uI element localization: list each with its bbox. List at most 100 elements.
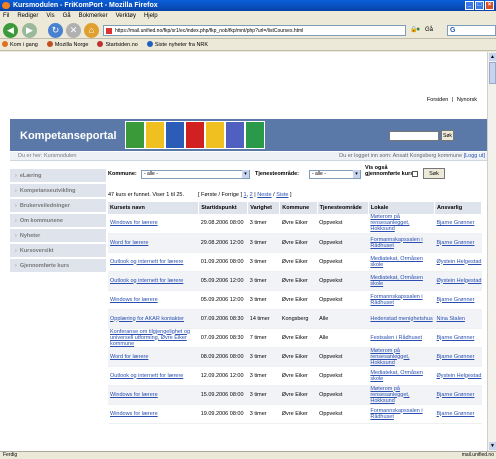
sidebar-item-brukerveiledninger[interactable]: Brukerveiledninger: [10, 199, 106, 214]
column-header[interactable]: Lokale: [368, 202, 436, 214]
responsible-link[interactable]: Bjarne Grønner: [437, 220, 475, 226]
go-arrow-icon[interactable]: ●: [416, 26, 420, 33]
responsible-link[interactable]: Nina Stalen: [437, 316, 465, 322]
course-link[interactable]: Word for lærere: [110, 354, 148, 360]
course-link[interactable]: Outlook og internett for lærere: [110, 278, 183, 284]
column-header[interactable]: Ansvarlig: [434, 202, 482, 214]
responsible-link[interactable]: Øystein Helgestad: [437, 278, 482, 284]
column-header[interactable]: Kommune: [279, 202, 318, 214]
column-header[interactable]: Startidspunkt: [198, 202, 249, 214]
bookmark-mozilla-norge[interactable]: Mozilla Norge: [46, 40, 88, 50]
table-cell: Outlook og internett for lærere: [108, 252, 199, 272]
column-header[interactable]: Kursets navn: [108, 202, 200, 214]
sidebar-item-elaering[interactable]: eLæring: [10, 169, 106, 184]
sidebar-item-kursoversikt[interactable]: Kursoversikt: [10, 244, 106, 259]
course-link[interactable]: Word for lærere: [110, 240, 148, 246]
table-cell: 3 timer: [247, 385, 280, 405]
go-button[interactable]: Gå: [425, 25, 433, 36]
course-link[interactable]: Outlook og internett for lærere: [110, 373, 183, 379]
location-link[interactable]: Mediatekat, Ormåsen skole: [370, 256, 423, 268]
last-page-link[interactable]: Siste: [276, 192, 288, 198]
vis-ogsa-checkbox[interactable]: [412, 171, 418, 177]
location-link[interactable]: Møterom på rensesanlegget, Hokksund: [370, 214, 409, 232]
table-cell: Opplæring for AKAR kontakter: [108, 309, 199, 329]
location-link[interactable]: Mediatekat, Ormåsen skole: [370, 370, 423, 382]
reload-icon[interactable]: ↻: [48, 23, 63, 38]
sidebar-item-kompetanseutvikling[interactable]: Kompetanseutvikling: [10, 184, 106, 199]
close-button[interactable]: ×: [485, 1, 494, 10]
search-box[interactable]: G: [447, 25, 496, 36]
responsible-link[interactable]: Bjarne Grønner: [437, 411, 475, 417]
responsible-link[interactable]: Bjarne Grønner: [437, 392, 475, 398]
tjeneste-select[interactable]: - alle -: [309, 170, 361, 179]
site-search-button[interactable]: Søk: [441, 130, 454, 141]
responsible-link[interactable]: Bjarne Grønner: [437, 335, 475, 341]
column-header[interactable]: Varighet: [247, 202, 281, 214]
vertical-scrollbar[interactable]: ▲ ▼: [487, 52, 496, 451]
back-icon[interactable]: ◀: [3, 23, 18, 38]
column-header[interactable]: Tjenesteområde: [317, 202, 369, 214]
responsible-link[interactable]: Bjarne Grønner: [437, 354, 475, 360]
sidebar-item-nyheter[interactable]: Nyheter: [10, 229, 106, 244]
location-link[interactable]: Møterom på rensesanlegget, Hokksund: [370, 348, 409, 366]
menu-go[interactable]: Gå: [63, 11, 71, 22]
course-link[interactable]: Opplæring for AKAR kontakter: [110, 316, 184, 322]
menu-help[interactable]: Hjelp: [144, 11, 158, 22]
home-icon[interactable]: ⌂: [84, 23, 99, 38]
course-link[interactable]: Windows for lærere: [110, 220, 158, 226]
link-nynorsk[interactable]: Nynorsk: [457, 97, 477, 103]
menu-tools[interactable]: Verktøy: [116, 11, 136, 22]
bookmark-nrk[interactable]: Siste nyheter fra NRK: [146, 40, 208, 50]
menu-view[interactable]: Vis: [46, 11, 54, 22]
link-forsiden[interactable]: Forsiden: [427, 97, 448, 103]
responsible-link[interactable]: Øystein Helgestad: [437, 373, 482, 379]
table-cell: Bjarne Grønner: [434, 385, 482, 405]
breadcrumb: Du er her: Kursmodulen: [18, 153, 77, 159]
course-link[interactable]: Windows for lærere: [110, 411, 158, 417]
logout-link[interactable]: [Logg ut]: [464, 153, 485, 159]
responsible-link[interactable]: Bjarne Grønner: [437, 297, 475, 303]
forward-icon[interactable]: ▶: [22, 23, 37, 38]
menu-edit[interactable]: Rediger: [17, 11, 38, 22]
sidebar-item-gjennomforte-kurs[interactable]: Gjennomførte kurs: [10, 259, 106, 274]
tjeneste-label: Tjenesteområde:: [255, 171, 300, 177]
location-link[interactable]: Mediatekat, Ormåsen skole: [370, 275, 423, 287]
responsible-link[interactable]: Øystein Helgestad: [437, 259, 482, 265]
site-search-input[interactable]: [389, 131, 439, 141]
scrollbar-thumb[interactable]: [489, 62, 496, 84]
location-link[interactable]: Hedenstad menighetshus: [370, 316, 432, 322]
next-page-link[interactable]: Neste: [257, 192, 271, 198]
location-link[interactable]: Formannskapssalen i Rådhuset: [370, 237, 422, 249]
scroll-up-icon[interactable]: ▲: [489, 53, 496, 61]
menu-bookmarks[interactable]: Bokmerker: [79, 11, 108, 22]
course-link[interactable]: Windows for lærere: [110, 392, 158, 398]
scroll-down-icon[interactable]: ▼: [489, 442, 496, 450]
rss-icon: [146, 41, 153, 47]
location-link[interactable]: Formannskapssalen i Rådhuset: [370, 408, 422, 420]
menu-bar: Fil Rediger Vis Gå Bokmerker Verktøy Hje…: [0, 11, 496, 22]
menu-file[interactable]: Fil: [3, 11, 9, 22]
kommune-select[interactable]: - alle -: [141, 170, 250, 179]
table-cell: Festsalen i Rådhuset: [368, 328, 435, 348]
separator: |: [451, 97, 454, 103]
location-link[interactable]: Møterom på rensesanlegget, Hokksund: [370, 386, 409, 404]
responsible-link[interactable]: Bjarne Grønner: [437, 240, 475, 246]
course-link[interactable]: Outlook og internett for lærere: [110, 259, 183, 265]
table-cell: Øvre Eiker: [279, 404, 318, 424]
table-cell: Øvre Eiker: [279, 271, 318, 291]
bookmark-kom-i-gang[interactable]: Kom i gang: [2, 40, 38, 50]
filter-search-button[interactable]: Søk: [423, 168, 445, 179]
course-link[interactable]: Konferanse om tilgjengelighet og univers…: [110, 329, 190, 347]
coat-of-arms-icon: [225, 121, 245, 149]
location-link[interactable]: Festsalen i Rådhuset: [370, 335, 422, 341]
firefox-icon: [2, 2, 10, 9]
maximize-button[interactable]: □: [475, 1, 484, 10]
stop-icon[interactable]: ✕: [66, 23, 81, 38]
location-link[interactable]: Formannskapssalen i Rådhuset: [370, 294, 422, 306]
sidebar-item-om-kommunene[interactable]: Om kommunene: [10, 214, 106, 229]
address-bar[interactable]: https://mail.unified.no/fkp/sr1/ec/index…: [103, 25, 406, 36]
course-link[interactable]: Windows for lærere: [110, 297, 158, 303]
table-cell: Windows for lærere: [108, 385, 199, 405]
minimize-button[interactable]: _: [465, 1, 474, 10]
bookmark-startsiden[interactable]: Startsiden.no: [97, 40, 138, 50]
